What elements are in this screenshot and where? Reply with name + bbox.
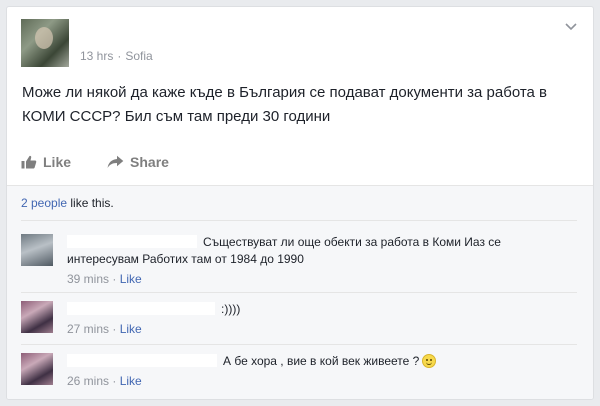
thumbs-up-icon: [21, 155, 37, 169]
likes-count-link[interactable]: 2 people: [21, 196, 67, 210]
share-button[interactable]: Share: [107, 151, 169, 173]
likes-summary: 2 people like this.: [21, 196, 114, 210]
meta-separator: ·: [112, 322, 117, 336]
comment-meta: 27 mins · Like: [67, 321, 567, 338]
meta-separator: ·: [117, 49, 122, 63]
post-actions: Like Share: [21, 151, 169, 173]
comment-meta: 26 mins · Like: [67, 373, 567, 390]
commenter-avatar[interactable]: [21, 301, 53, 333]
likes-suffix: like this.: [67, 196, 114, 210]
likes-divider: [21, 220, 577, 221]
comment-like-link[interactable]: Like: [120, 322, 142, 336]
commenter-avatar[interactable]: [21, 234, 53, 266]
post-header: 13 hrs · Sofia: [21, 19, 561, 67]
commenter-name-redacted[interactable]: [67, 302, 215, 315]
comment-body: :)))) 27 mins · Like: [67, 301, 567, 338]
comment-divider: [21, 344, 577, 345]
smiley-emoji-icon: [422, 354, 437, 368]
chevron-down-icon[interactable]: [563, 21, 579, 33]
post-card: 13 hrs · Sofia Може ли някой да каже къде …: [6, 6, 594, 400]
meta-separator: ·: [112, 374, 117, 388]
comment-like-link[interactable]: Like: [120, 272, 142, 286]
comment-body: А бе хора , вие в кой век живеете ? 26 m…: [67, 353, 567, 390]
commenter-avatar[interactable]: [21, 353, 53, 385]
post-meta: 13 hrs · Sofia: [80, 49, 153, 63]
commenter-name-redacted[interactable]: [67, 354, 217, 367]
author-avatar[interactable]: [21, 19, 69, 67]
comment-like-link[interactable]: Like: [120, 374, 142, 388]
meta-separator: ·: [112, 272, 117, 286]
commenter-name-redacted[interactable]: [67, 235, 197, 248]
share-label: Share: [130, 154, 169, 170]
comment-timestamp[interactable]: 26 mins: [67, 374, 109, 388]
like-label: Like: [43, 154, 72, 170]
comment-divider: [21, 292, 577, 293]
comment-timestamp[interactable]: 27 mins: [67, 322, 109, 336]
post-timestamp[interactable]: 13 hrs: [80, 49, 113, 63]
comment-text: А бе хора , вие в кой век живеете ?: [223, 354, 420, 368]
post-text: Може ли някой да каже къде в България се…: [22, 84, 548, 125]
post-location[interactable]: Sofia: [125, 49, 152, 63]
comment-meta: 39 mins · Like: [67, 271, 567, 288]
comment-body: Съществуват ли още обекти за работа в Ко…: [67, 234, 567, 288]
comment-text: :)))): [221, 302, 241, 316]
comment-timestamp[interactable]: 39 mins: [67, 272, 109, 286]
like-button[interactable]: Like: [21, 151, 71, 173]
share-arrow-icon: [107, 155, 124, 169]
